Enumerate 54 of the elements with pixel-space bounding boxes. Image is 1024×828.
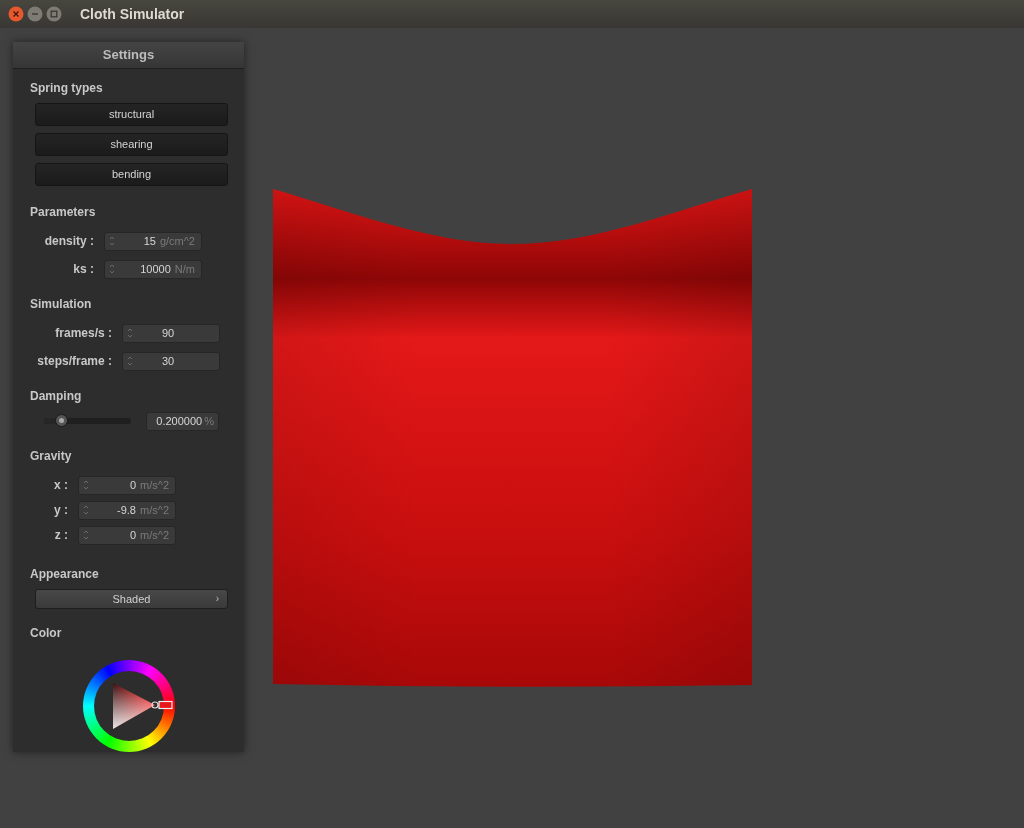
section-label: Spring types — [30, 79, 104, 97]
number-field[interactable]: -9.8 m/s^2 — [78, 500, 176, 520]
spring-type-button[interactable]: bending — [35, 162, 228, 186]
field-unit: % — [204, 413, 214, 429]
spinner-icon[interactable] — [109, 235, 115, 247]
section-label: Gravity — [30, 447, 73, 465]
minimize-icon[interactable] — [27, 6, 43, 22]
field-value: 0 — [128, 527, 136, 543]
field-value: 0.200000 — [156, 413, 203, 429]
field-unit: m/s^2 — [140, 477, 170, 493]
section-label: Appearance — [30, 565, 100, 583]
field-value: 30 — [160, 353, 176, 369]
window-title: Cloth Simulator — [80, 4, 185, 24]
panel-header: Settings — [13, 42, 244, 69]
field-label: ks : — [72, 261, 94, 278]
spring-type-button[interactable]: shearing — [35, 132, 228, 156]
number-field[interactable]: 30 — [122, 351, 220, 371]
field-label: density : — [43, 233, 94, 250]
spinner-icon[interactable] — [109, 263, 115, 275]
number-field[interactable]: 0 m/s^2 — [78, 475, 176, 495]
field-label: steps/frame : — [36, 353, 112, 370]
close-icon[interactable] — [8, 6, 24, 22]
number-field[interactable]: 10000 N/m — [104, 259, 202, 279]
field-value: 0 — [128, 477, 136, 493]
field-value: -9.8 — [116, 502, 136, 518]
section-label: Damping — [30, 387, 83, 405]
section-label: Parameters — [30, 203, 97, 221]
damping-field[interactable]: 0.200000 % — [146, 411, 219, 431]
spinner-icon[interactable] — [127, 355, 133, 367]
field-label: x : — [53, 477, 68, 494]
field-value: 90 — [160, 325, 176, 341]
field-value: 15 — [142, 233, 156, 249]
field-label: frames/s : — [54, 325, 112, 342]
field-unit: m/s^2 — [140, 502, 170, 518]
field-unit: m/s^2 — [140, 527, 170, 543]
appearance-dropdown[interactable]: Shaded › — [35, 588, 228, 609]
field-label: z : — [53, 527, 68, 544]
section-label: Simulation — [30, 295, 93, 313]
field-unit: N/m — [174, 261, 196, 277]
number-field[interactable]: 90 — [122, 323, 220, 343]
maximize-icon[interactable] — [46, 6, 62, 22]
spinner-icon[interactable] — [83, 479, 89, 491]
spinner-icon[interactable] — [127, 327, 133, 339]
spring-type-button[interactable]: structural — [35, 102, 228, 126]
field-label: y : — [53, 502, 68, 519]
field-value: 10000 — [139, 261, 171, 277]
spinner-icon[interactable] — [83, 529, 89, 541]
number-field[interactable]: 0 m/s^2 — [78, 525, 176, 545]
field-unit: g/cm^2 — [159, 233, 196, 249]
spinner-icon[interactable] — [83, 504, 89, 516]
slider-thumb[interactable] — [55, 414, 69, 427]
color-triangle-drawing[interactable] — [112, 681, 173, 731]
section-label: Color — [30, 625, 63, 642]
number-field[interactable]: 15 g/cm^2 — [104, 231, 202, 251]
